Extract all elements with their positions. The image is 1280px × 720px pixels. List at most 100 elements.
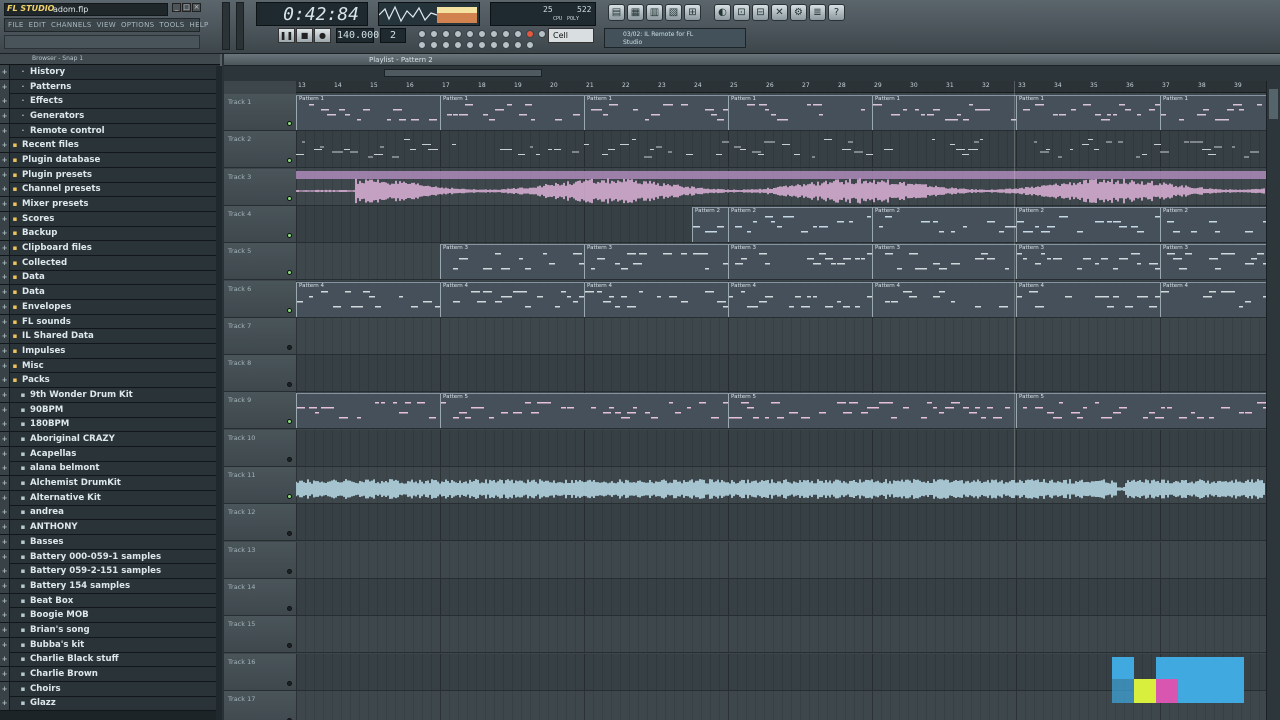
step-edit-toggle[interactable] xyxy=(466,30,474,38)
track-header[interactable]: Track 10 xyxy=(224,429,296,467)
track-lane[interactable] xyxy=(296,578,1266,616)
zoom-toggle[interactable] xyxy=(514,41,522,49)
browser-item-choirs[interactable]: + ▪ Choirs xyxy=(0,681,220,697)
expand-icon[interactable]: + xyxy=(0,461,10,476)
overdub-toggle[interactable] xyxy=(538,30,546,38)
track-lane[interactable]: Pattern 5 Pattern 5 Pattern 5 xyxy=(296,392,1266,430)
expand-icon[interactable]: + xyxy=(0,373,10,388)
options-button[interactable]: ⚙ xyxy=(790,4,807,21)
browser-item-basses[interactable]: + ▪ Basses xyxy=(0,534,220,550)
browser-scrollbar[interactable] xyxy=(216,66,222,720)
pattern-clip[interactable]: Pattern 3 xyxy=(872,244,1016,280)
browser-button[interactable]: ▧ xyxy=(665,4,682,21)
pattern-clip[interactable]: Pattern 2 xyxy=(728,206,872,242)
expand-icon[interactable]: + xyxy=(0,94,10,109)
countdown-toggle[interactable] xyxy=(454,30,462,38)
step-sequencer-button[interactable]: ▦ xyxy=(627,4,644,21)
new-toggle[interactable] xyxy=(466,41,474,49)
browser-item-boogie-mob[interactable]: + ▪ Boogie MOB xyxy=(0,608,220,624)
track-mute-led[interactable] xyxy=(287,419,292,425)
expand-icon[interactable]: + xyxy=(0,505,10,520)
menu-help[interactable]: HELP xyxy=(190,21,209,29)
pattern-clip[interactable]: Pattern 3 xyxy=(584,244,728,280)
playlist-window-button[interactable]: ▤ xyxy=(608,4,625,21)
expand-icon[interactable]: + xyxy=(0,667,10,682)
track-lane[interactable] xyxy=(296,131,1266,169)
browser-item-battery-000-059-1-samples[interactable]: + ▪ Battery 000-059-1 samples xyxy=(0,549,220,565)
expand-icon[interactable]: + xyxy=(0,255,10,270)
playlist-vertical-scroll-thumb[interactable] xyxy=(1269,89,1278,119)
track-lane[interactable] xyxy=(296,467,1266,504)
track-mute-led[interactable] xyxy=(287,680,292,686)
track-mute-led[interactable] xyxy=(287,307,292,313)
expand-icon[interactable]: + xyxy=(0,358,10,373)
expand-icon[interactable]: + xyxy=(0,108,10,123)
track-mute-led[interactable] xyxy=(287,344,292,350)
browser-item-alternative-kit[interactable]: + ▪ Alternative Kit xyxy=(0,490,220,506)
expand-icon[interactable]: + xyxy=(0,182,10,197)
grid-toggle[interactable] xyxy=(526,41,534,49)
master-volume-slider[interactable] xyxy=(222,2,230,50)
track-lane[interactable] xyxy=(296,616,1266,654)
browser-item-patterns[interactable]: + · Patterns xyxy=(0,79,220,95)
browser-item-brian-s-song[interactable]: + ▪ Brian's song xyxy=(0,622,220,638)
track-lane[interactable] xyxy=(296,504,1266,542)
browser-item-recent-files[interactable]: + ▪ Recent files xyxy=(0,138,220,154)
browser-item-envelopes[interactable]: + ▪ Envelopes xyxy=(0,299,220,315)
track-lane[interactable]: Pattern 4 Pattern 4 Pattern 4 Pattern 4 Patt… xyxy=(296,280,1266,318)
import-toggle[interactable] xyxy=(490,41,498,49)
pattern-clip[interactable] xyxy=(296,393,440,429)
expand-icon[interactable]: + xyxy=(0,696,10,711)
browser-item-impulses[interactable]: + ▪ Impulses xyxy=(0,343,220,359)
pattern-clip[interactable]: Pattern 4 xyxy=(728,281,872,317)
pattern-clip[interactable]: Pattern 5 xyxy=(728,393,1016,429)
expand-icon[interactable]: + xyxy=(0,152,10,167)
song-position-display[interactable]: 0:42:84 xyxy=(256,2,368,26)
expand-icon[interactable]: + xyxy=(0,211,10,226)
track-lane[interactable] xyxy=(296,429,1266,467)
expand-icon[interactable]: + xyxy=(0,138,10,153)
pattern-clip[interactable]: Pattern 4 xyxy=(296,281,440,317)
open-toggle[interactable] xyxy=(454,41,462,49)
browser-item-battery-059-2-151-samples[interactable]: + ▪ Battery 059-2-151 samples xyxy=(0,564,220,580)
track-header[interactable]: Track 3 xyxy=(224,168,296,206)
browser-item-alana-belmont[interactable]: + ▪ alana belmont xyxy=(0,461,220,477)
expand-icon[interactable]: + xyxy=(0,387,10,402)
browser-item-backup[interactable]: + ▪ Backup xyxy=(0,226,220,242)
pattern-clip[interactable]: Pattern 5 xyxy=(1016,393,1266,429)
menu-options[interactable]: OPTIONS xyxy=(121,21,154,29)
expand-icon[interactable]: + xyxy=(0,549,10,564)
expand-icon[interactable]: + xyxy=(0,652,10,667)
expand-icon[interactable]: + xyxy=(0,490,10,505)
menu-tools[interactable]: TOOLS xyxy=(159,21,184,29)
online-button[interactable]: ◐ xyxy=(714,4,731,21)
render-button[interactable]: ⊟ xyxy=(752,4,769,21)
minimize-button[interactable]: _ xyxy=(172,3,181,12)
info-button[interactable]: ≣ xyxy=(809,4,826,21)
track-mute-led[interactable] xyxy=(287,232,292,238)
close-button[interactable]: × xyxy=(192,3,201,12)
piano-roll-button[interactable]: ▥ xyxy=(646,4,663,21)
playlist-vertical-scrollbar[interactable] xyxy=(1266,81,1280,720)
record-mode-toggle[interactable] xyxy=(526,30,534,38)
pattern-clip[interactable]: Pattern 1 xyxy=(872,95,1016,130)
browser-item-history[interactable]: + · History xyxy=(0,64,220,80)
track-lane[interactable] xyxy=(296,168,1266,206)
pattern-clip[interactable]: Pattern 1 xyxy=(1160,95,1266,130)
track-mute-led[interactable] xyxy=(287,456,292,462)
undo-toggle[interactable] xyxy=(418,41,426,49)
track-header[interactable]: Track 15 xyxy=(224,616,296,654)
expand-icon[interactable]: + xyxy=(0,593,10,608)
expand-icon[interactable]: + xyxy=(0,432,10,447)
expand-icon[interactable]: + xyxy=(0,681,10,696)
scroll-toggle[interactable] xyxy=(502,41,510,49)
track-header[interactable]: Track 7 xyxy=(224,317,296,355)
tempo-display[interactable]: 140.000 xyxy=(336,28,379,43)
pattern-clip[interactable]: Pattern 4 xyxy=(1016,281,1160,317)
pattern-clip[interactable]: Pattern 1 xyxy=(296,95,440,130)
metronome-toggle[interactable] xyxy=(430,30,438,38)
pattern-clip[interactable]: Pattern 4 xyxy=(872,281,1016,317)
browser-item-acapellas[interactable]: + ▪ Acapellas xyxy=(0,446,220,462)
expand-icon[interactable]: + xyxy=(0,446,10,461)
pattern-clip[interactable]: Pattern 1 xyxy=(440,95,584,130)
